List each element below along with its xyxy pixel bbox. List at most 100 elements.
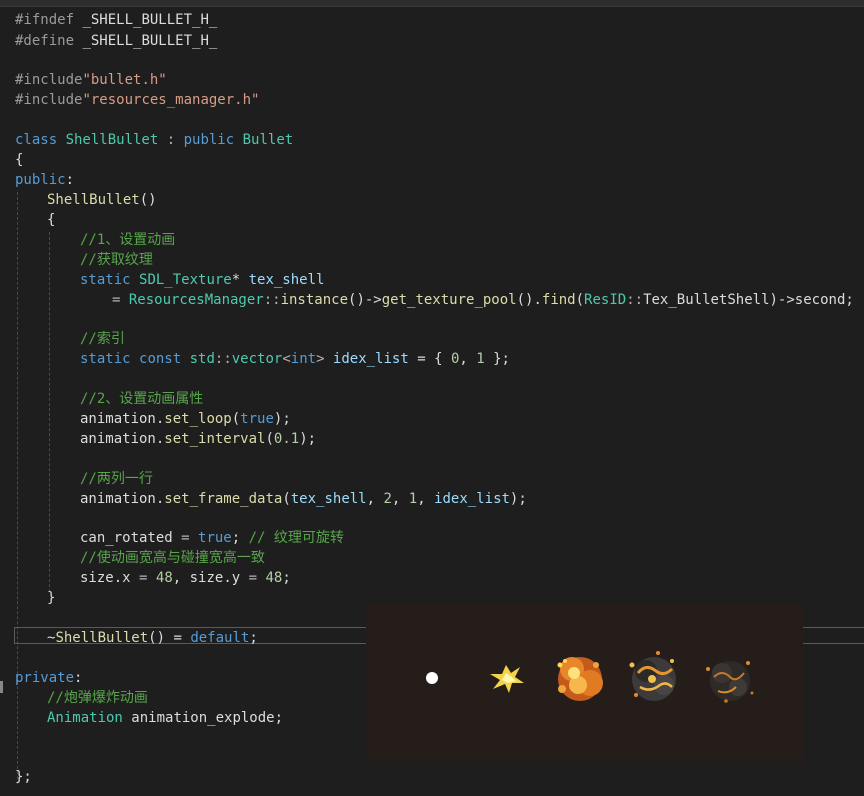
code-token: ( [231, 411, 241, 427]
code-token: ; [274, 710, 284, 726]
code-token: :: [214, 351, 232, 367]
code-line[interactable]: ShellBullet() [47, 190, 157, 210]
code-line[interactable]: //1、设置动画 [80, 230, 175, 250]
code-line[interactable]: #include"resources_manager.h" [15, 90, 259, 110]
code-token: ; [249, 630, 258, 646]
code-token: true [198, 530, 232, 546]
code-token: size [80, 570, 114, 586]
code-token: 48 [265, 570, 283, 586]
code-line[interactable]: //炮弹爆炸动画 [47, 688, 148, 708]
code-token: : [65, 172, 75, 188]
code-line[interactable]: #ifndef _SHELL_BULLET_H_ [15, 10, 217, 30]
code-token: = [112, 292, 129, 308]
code-token: size [189, 570, 224, 586]
code-token: //2、设置动画属性 [80, 391, 204, 407]
code-line[interactable]: }; [15, 767, 32, 787]
code-token: static [80, 351, 140, 367]
code-line[interactable]: size.x = 48, size.y = 48; [80, 568, 291, 588]
code-line[interactable]: public: [15, 170, 74, 190]
code-token: animation_explode [131, 710, 275, 726]
code-token: second [794, 292, 846, 308]
code-token: set_loop [164, 411, 232, 427]
code-token: x [122, 570, 131, 586]
code-token: true [240, 411, 274, 427]
code-token: //1、设置动画 [80, 232, 176, 248]
code-token: < [282, 351, 291, 367]
code-token: ShellBullet [55, 630, 149, 646]
code-token: , [417, 491, 435, 507]
code-token: SDL_Texture [139, 272, 232, 288]
code-line[interactable]: animation.set_interval(0.1); [80, 429, 316, 449]
code-token: = [130, 570, 156, 586]
code-token: { [47, 212, 56, 228]
code-token: :: [626, 292, 644, 308]
code-token: default [190, 630, 250, 646]
code-token: // 纹理可旋转 [248, 530, 344, 546]
code-token: { [15, 152, 24, 168]
code-token: idex_list [332, 351, 409, 367]
code-token: idex_list [434, 491, 510, 507]
code-line[interactable]: #define _SHELL_BULLET_H_ [15, 31, 217, 51]
code-line[interactable]: //获取纹理 [80, 250, 153, 270]
code-line[interactable]: //使动画宽高与碰撞宽高一致 [80, 548, 265, 568]
code-token: _SHELL_BULLET_H_ [82, 12, 218, 28]
code-token: Animation [47, 710, 123, 726]
code-line[interactable]: private: [15, 668, 82, 688]
code-token: () [139, 192, 157, 208]
code-token: * [231, 272, 249, 288]
code-line[interactable]: //索引 [80, 329, 125, 349]
code-token: animation [80, 411, 156, 427]
code-line[interactable]: { [47, 210, 55, 230]
code-line[interactable]: { [15, 150, 23, 170]
explosion-frame-large [557, 657, 603, 701]
code-token: vector [231, 351, 283, 367]
code-token: get_texture_pool [381, 292, 517, 308]
code-token: animation [80, 491, 156, 507]
code-token: = [240, 570, 266, 586]
code-token: 1 [408, 491, 418, 507]
code-token: }; [15, 769, 32, 785]
code-token: tex_shell [248, 272, 325, 288]
code-token: () = [148, 630, 191, 646]
code-token: static [80, 272, 140, 288]
code-token: ShellBullet [47, 192, 140, 208]
code-line[interactable]: animation.set_loop(true); [80, 409, 291, 429]
code-line[interactable]: ~ShellBullet() = default; [47, 628, 258, 648]
code-token: //获取纹理 [80, 252, 153, 268]
code-line[interactable]: can_rotated = true; // 纹理可旋转 [80, 528, 344, 548]
code-token: ResID [584, 292, 627, 308]
code-token: , [391, 491, 409, 507]
code-line[interactable]: //2、设置动画属性 [80, 389, 203, 409]
code-line[interactable]: } [47, 588, 55, 608]
code-line[interactable]: animation.set_frame_data(tex_shell, 2, 1… [80, 489, 527, 509]
left-edge-marker [0, 681, 3, 693]
explosion-frame-smoke [629, 651, 676, 701]
code-token: find [541, 292, 576, 308]
code-line[interactable]: = ResourcesManager::instance()->get_text… [112, 290, 854, 310]
code-token: , [366, 491, 384, 507]
code-token: (). [516, 292, 542, 308]
editor-top-strip [0, 0, 864, 7]
animation-frames [426, 651, 754, 703]
code-line[interactable]: Animation animation_explode; [47, 708, 283, 728]
code-token: #ifndef [15, 12, 83, 28]
code-line[interactable]: #include"bullet.h" [15, 70, 167, 90]
code-token: instance [280, 292, 349, 308]
indent-guide [49, 232, 50, 592]
code-token: class [15, 132, 66, 148]
code-line[interactable]: static SDL_Texture* tex_shell [80, 270, 324, 290]
code-token: . [113, 570, 123, 586]
code-line[interactable]: class ShellBullet : public Bullet [15, 130, 293, 150]
code-token: = { [408, 351, 451, 367]
code-token: //两列一行 [80, 471, 153, 487]
code-line[interactable]: static const std::vector<int> idex_list … [80, 349, 510, 369]
code-token: ; [845, 292, 854, 308]
code-token: animation [80, 431, 156, 447]
code-token: ()-> [348, 292, 382, 308]
code-token: = [172, 530, 199, 546]
code-token: 1 [476, 351, 485, 367]
code-line[interactable]: //两列一行 [80, 469, 153, 489]
code-token: //炮弹爆炸动画 [47, 690, 148, 706]
code-token: #define [15, 33, 83, 49]
code-token: > [316, 351, 333, 367]
